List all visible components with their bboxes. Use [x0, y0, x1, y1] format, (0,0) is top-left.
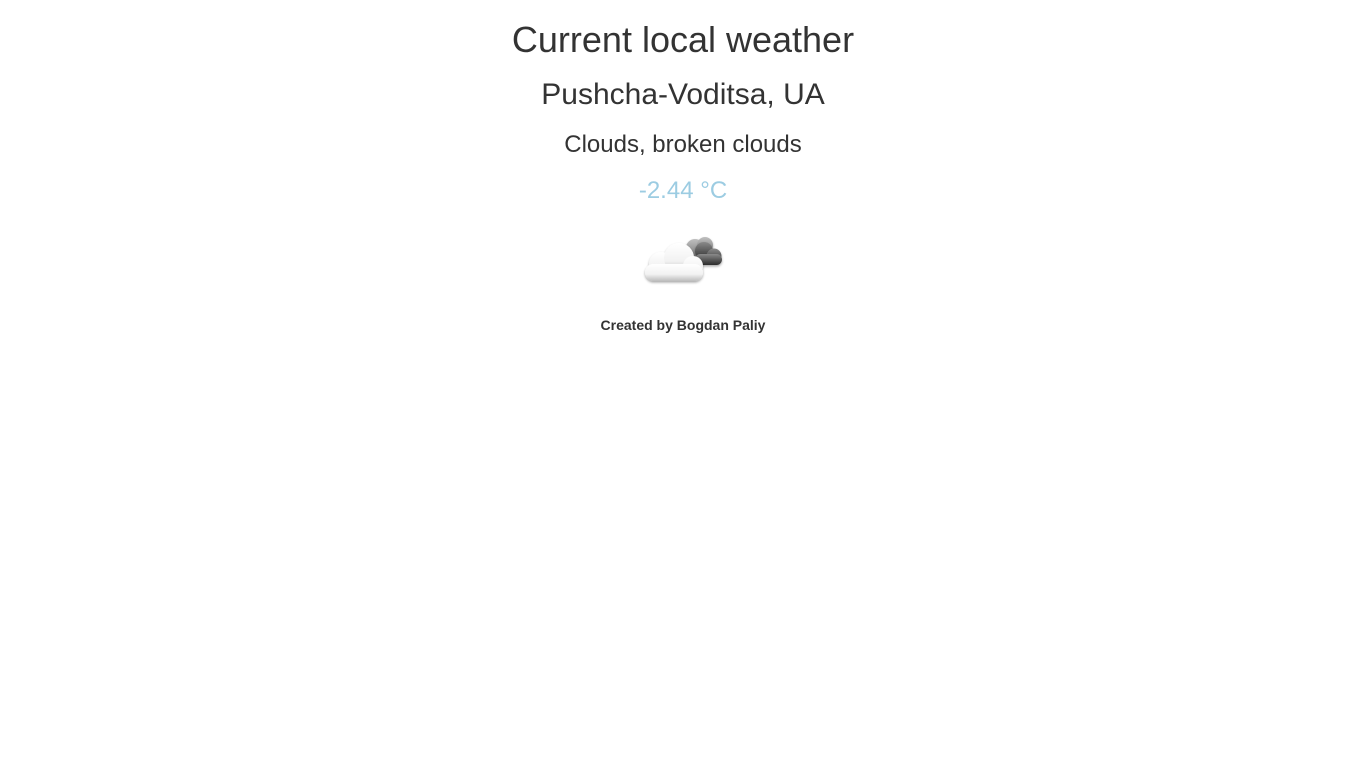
- location-label: Pushcha-Voditsa, UA: [541, 78, 825, 111]
- weather-condition: Clouds, broken clouds: [564, 131, 802, 158]
- weather-page: Current local weather Pushcha-Voditsa, U…: [0, 0, 1366, 768]
- broken-clouds-icon: [645, 237, 722, 281]
- temperature-row: -2.44 °C: [0, 177, 1366, 205]
- page-title: Current local weather: [511, 19, 855, 60]
- temperature-toggle[interactable]: -2.44 °C: [639, 177, 727, 204]
- author-credit: Created by Bogdan Paliy: [600, 317, 766, 333]
- weather-icon-container: [0, 232, 1366, 286]
